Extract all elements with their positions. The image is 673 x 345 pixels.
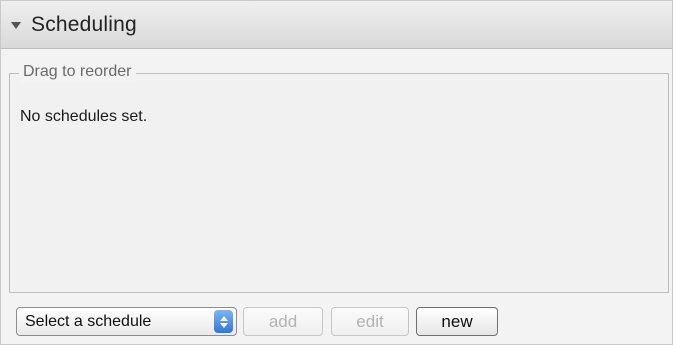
schedule-toolbar: Select a schedule add edit new — [1, 295, 672, 344]
disclosure-triangle-down-icon[interactable] — [11, 22, 21, 29]
add-button[interactable]: add — [243, 307, 323, 336]
panel-title: Scheduling — [31, 12, 137, 36]
arrow-up-icon — [219, 315, 228, 321]
up-down-stepper-icon[interactable] — [214, 310, 233, 333]
scheduling-panel: Scheduling Drag to reorder No schedules … — [0, 0, 673, 345]
schedule-select-value: Select a schedule — [25, 312, 152, 330]
empty-message: No schedules set. — [20, 108, 148, 125]
panel-header[interactable]: Scheduling — [1, 1, 672, 49]
edit-button[interactable]: edit — [331, 307, 409, 336]
arrow-down-icon — [219, 322, 228, 328]
new-button[interactable]: new — [416, 307, 498, 336]
schedule-select[interactable]: Select a schedule — [16, 307, 237, 336]
group-label: Drag to reorder — [19, 61, 136, 83]
